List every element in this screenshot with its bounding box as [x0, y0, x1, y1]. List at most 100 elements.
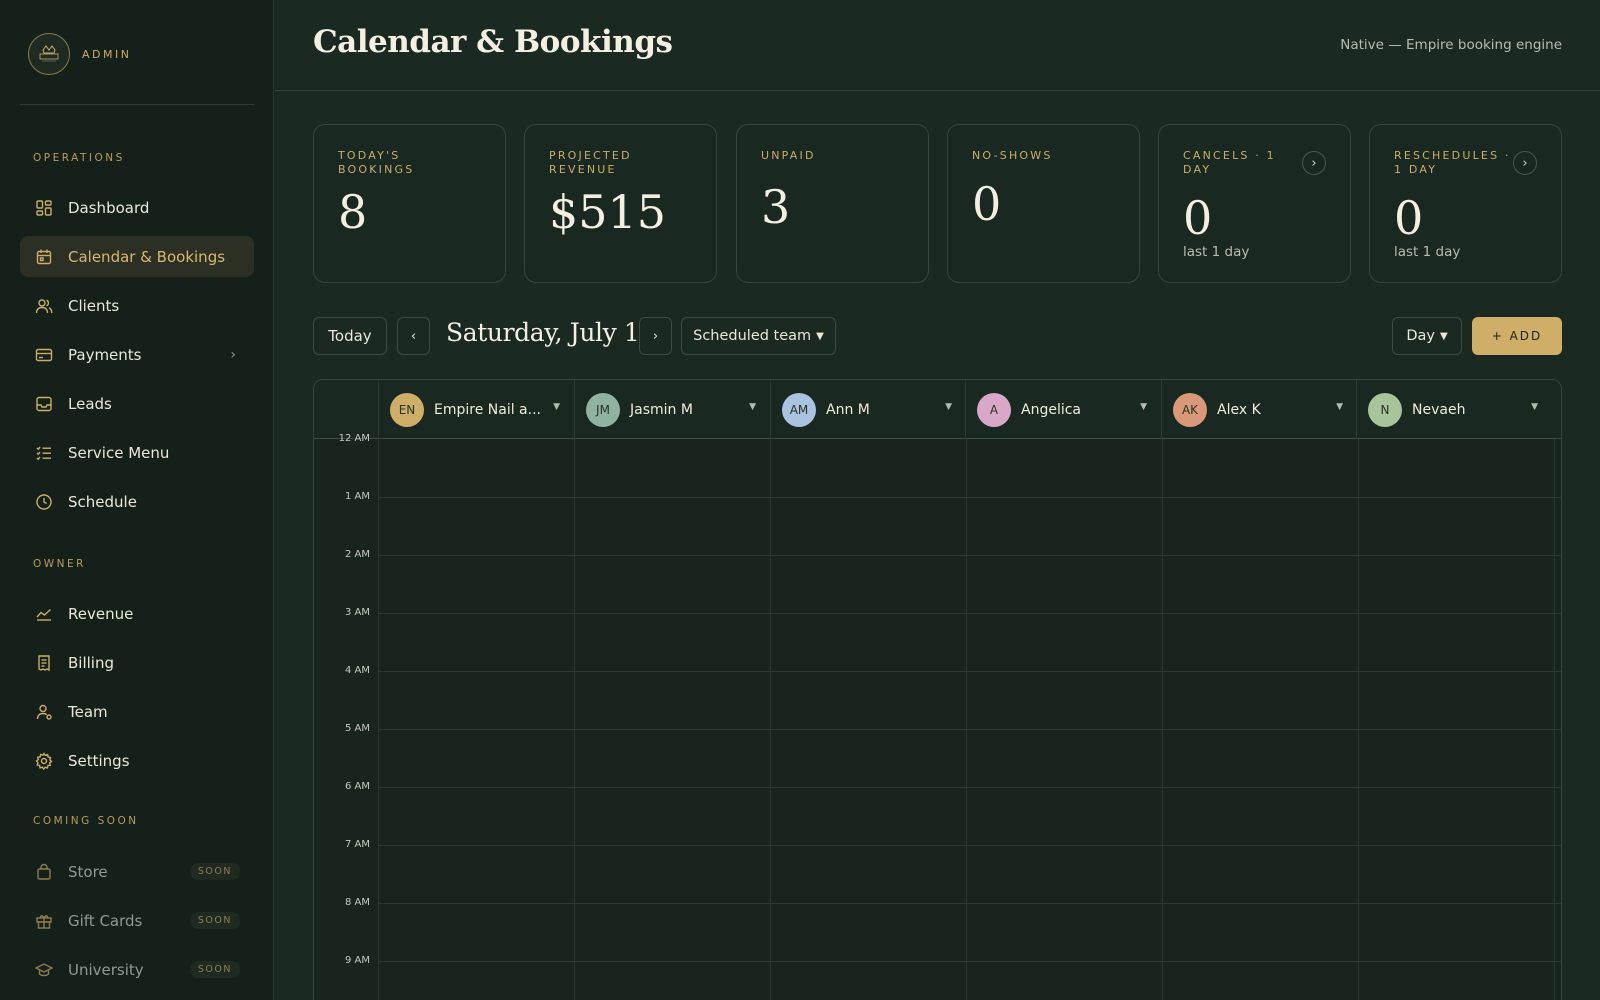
staff-name: Ann M: [826, 401, 870, 418]
sidebar-item-settings[interactable]: Settings: [20, 740, 254, 781]
section-label-owner: OWNER: [33, 558, 86, 570]
sidebar-item-label: Service Menu: [68, 443, 170, 462]
main-content: Calendar & Bookings Native — Empire book…: [275, 0, 1600, 1000]
sidebar-item-clients[interactable]: Clients: [20, 285, 254, 326]
column-divider: [1358, 439, 1359, 1000]
stat-card-reschedules[interactable]: RESCHEDULES · 1 DAY › 0 last 1 day: [1369, 124, 1562, 283]
sidebar-item-label: Clients: [68, 296, 120, 315]
calendar-icon: [35, 248, 53, 266]
page-title: Calendar & Bookings: [313, 24, 673, 60]
hour-line: [378, 497, 1561, 498]
time-label: 4 AM: [344, 665, 370, 676]
stat-card-cancels[interactable]: CANCELS · 1 DAY › 0 last 1 day: [1158, 124, 1351, 283]
column-divider: [1554, 439, 1555, 1000]
sidebar-item-service-menu[interactable]: Service Menu: [20, 432, 254, 473]
staff-column-header[interactable]: JM Jasmin M ▼: [574, 380, 770, 439]
sidebar-item-label: University: [68, 960, 144, 979]
stat-label: TODAY'S BOOKINGS: [338, 149, 415, 176]
users-icon: [35, 297, 53, 315]
hour-line: [378, 555, 1561, 556]
hour-line: [378, 729, 1561, 730]
stat-sub: last 1 day: [1394, 244, 1461, 260]
chevron-right-icon[interactable]: ›: [1513, 151, 1537, 175]
inbox-icon: [35, 395, 53, 413]
staff-name: Nevaeh: [1412, 401, 1466, 418]
brand[interactable]: ADMIN: [28, 33, 131, 75]
staff-name: Empire Nail a...: [434, 401, 541, 418]
stat-sub: last 1 day: [1183, 244, 1250, 260]
time-label: 6 AM: [344, 781, 370, 792]
sidebar-item-gift-cards[interactable]: Gift Cards SOON: [20, 900, 254, 941]
hour-line: [378, 671, 1561, 672]
time-label: 9 AM: [344, 955, 370, 966]
team-icon: [35, 703, 53, 721]
time-label: 2 AM: [344, 549, 370, 560]
time-label: 5 AM: [344, 723, 370, 734]
next-day-button[interactable]: ›: [639, 317, 672, 355]
sidebar-item-payments[interactable]: Payments ›: [20, 334, 254, 375]
sidebar-item-store[interactable]: Store SOON: [20, 851, 254, 892]
staff-column-header[interactable]: AK Alex K ▼: [1161, 380, 1357, 439]
caret-down-icon[interactable]: ▼: [1336, 402, 1343, 412]
staff-column-header[interactable]: AM Ann M ▼: [770, 380, 966, 439]
stat-label: RESCHEDULES · 1 DAY: [1394, 149, 1511, 176]
empire-logo: [28, 33, 70, 75]
avatar: JM: [586, 392, 620, 427]
chevron-right-icon[interactable]: ›: [1302, 151, 1326, 175]
divider: [20, 104, 254, 105]
stat-label: PROJECTED REVENUE: [549, 149, 632, 176]
chevron-right-icon: ›: [230, 346, 236, 363]
team-filter-dropdown[interactable]: Scheduled team ▼: [681, 317, 836, 355]
hour-line: [378, 961, 1561, 962]
sidebar-item-leads[interactable]: Leads: [20, 383, 254, 424]
stat-value: 0: [1183, 191, 1213, 245]
stat-value: 3: [761, 180, 791, 234]
day-calendar[interactable]: EN Empire Nail a... ▼ JM Jasmin M ▼ AM A…: [313, 379, 1562, 1000]
trend-icon: [35, 605, 53, 623]
add-booking-button[interactable]: + ADD: [1472, 317, 1562, 355]
staff-column-header[interactable]: EN Empire Nail a... ▼: [378, 380, 574, 439]
avatar: AK: [1173, 392, 1207, 427]
view-dropdown[interactable]: Day ▼: [1392, 317, 1462, 355]
time-label: 12 AM: [338, 433, 370, 444]
bag-icon: [35, 863, 53, 881]
column-divider: [770, 439, 771, 1000]
time-label: 1 AM: [344, 491, 370, 502]
sidebar-item-schedule[interactable]: Schedule: [20, 481, 254, 522]
caret-down-icon[interactable]: ▼: [1531, 402, 1538, 412]
sidebar-item-team[interactable]: Team: [20, 691, 254, 732]
stat-card-todays-bookings: TODAY'S BOOKINGS 8: [313, 124, 506, 283]
soon-badge: SOON: [189, 961, 240, 978]
sidebar-item-label: Leads: [68, 394, 112, 413]
sidebar-item-label: Gift Cards: [68, 911, 143, 930]
column-divider: [378, 439, 379, 1000]
sidebar-item-label: Schedule: [68, 492, 137, 511]
today-button[interactable]: Today: [313, 317, 387, 355]
sidebar-item-calendar-bookings[interactable]: Calendar & Bookings: [20, 236, 254, 277]
sidebar-item-label: Calendar & Bookings: [68, 247, 226, 266]
sidebar-item-billing[interactable]: Billing: [20, 642, 254, 683]
header-note: Native — Empire booking engine: [1340, 37, 1562, 53]
prev-day-button[interactable]: ‹: [397, 317, 430, 355]
sidebar-item-label: Revenue: [68, 604, 134, 623]
dashboard-icon: [35, 199, 53, 217]
avatar: EN: [390, 392, 424, 427]
sidebar-item-label: Team: [68, 702, 108, 721]
team-filter-label: Scheduled team: [693, 328, 812, 344]
sidebar-item-university[interactable]: University SOON: [20, 949, 254, 990]
caret-down-icon[interactable]: ▼: [945, 402, 952, 412]
caret-down-icon: ▼: [1439, 330, 1448, 342]
hour-line: [378, 845, 1561, 846]
sidebar-item-revenue[interactable]: Revenue: [20, 593, 254, 634]
staff-column-header[interactable]: A Angelica ▼: [965, 380, 1161, 439]
stat-value: 0: [1394, 191, 1424, 245]
caret-down-icon[interactable]: ▼: [553, 402, 560, 412]
caret-down-icon[interactable]: ▼: [1140, 402, 1147, 412]
section-label-operations: OPERATIONS: [33, 152, 125, 164]
sidebar-item-dashboard[interactable]: Dashboard: [20, 187, 254, 228]
staff-column-header[interactable]: N Nevaeh ▼: [1356, 380, 1552, 439]
avatar: AM: [782, 392, 816, 427]
caret-down-icon[interactable]: ▼: [749, 402, 756, 412]
time-label: 3 AM: [344, 607, 370, 618]
staff-name: Alex K: [1217, 401, 1261, 418]
